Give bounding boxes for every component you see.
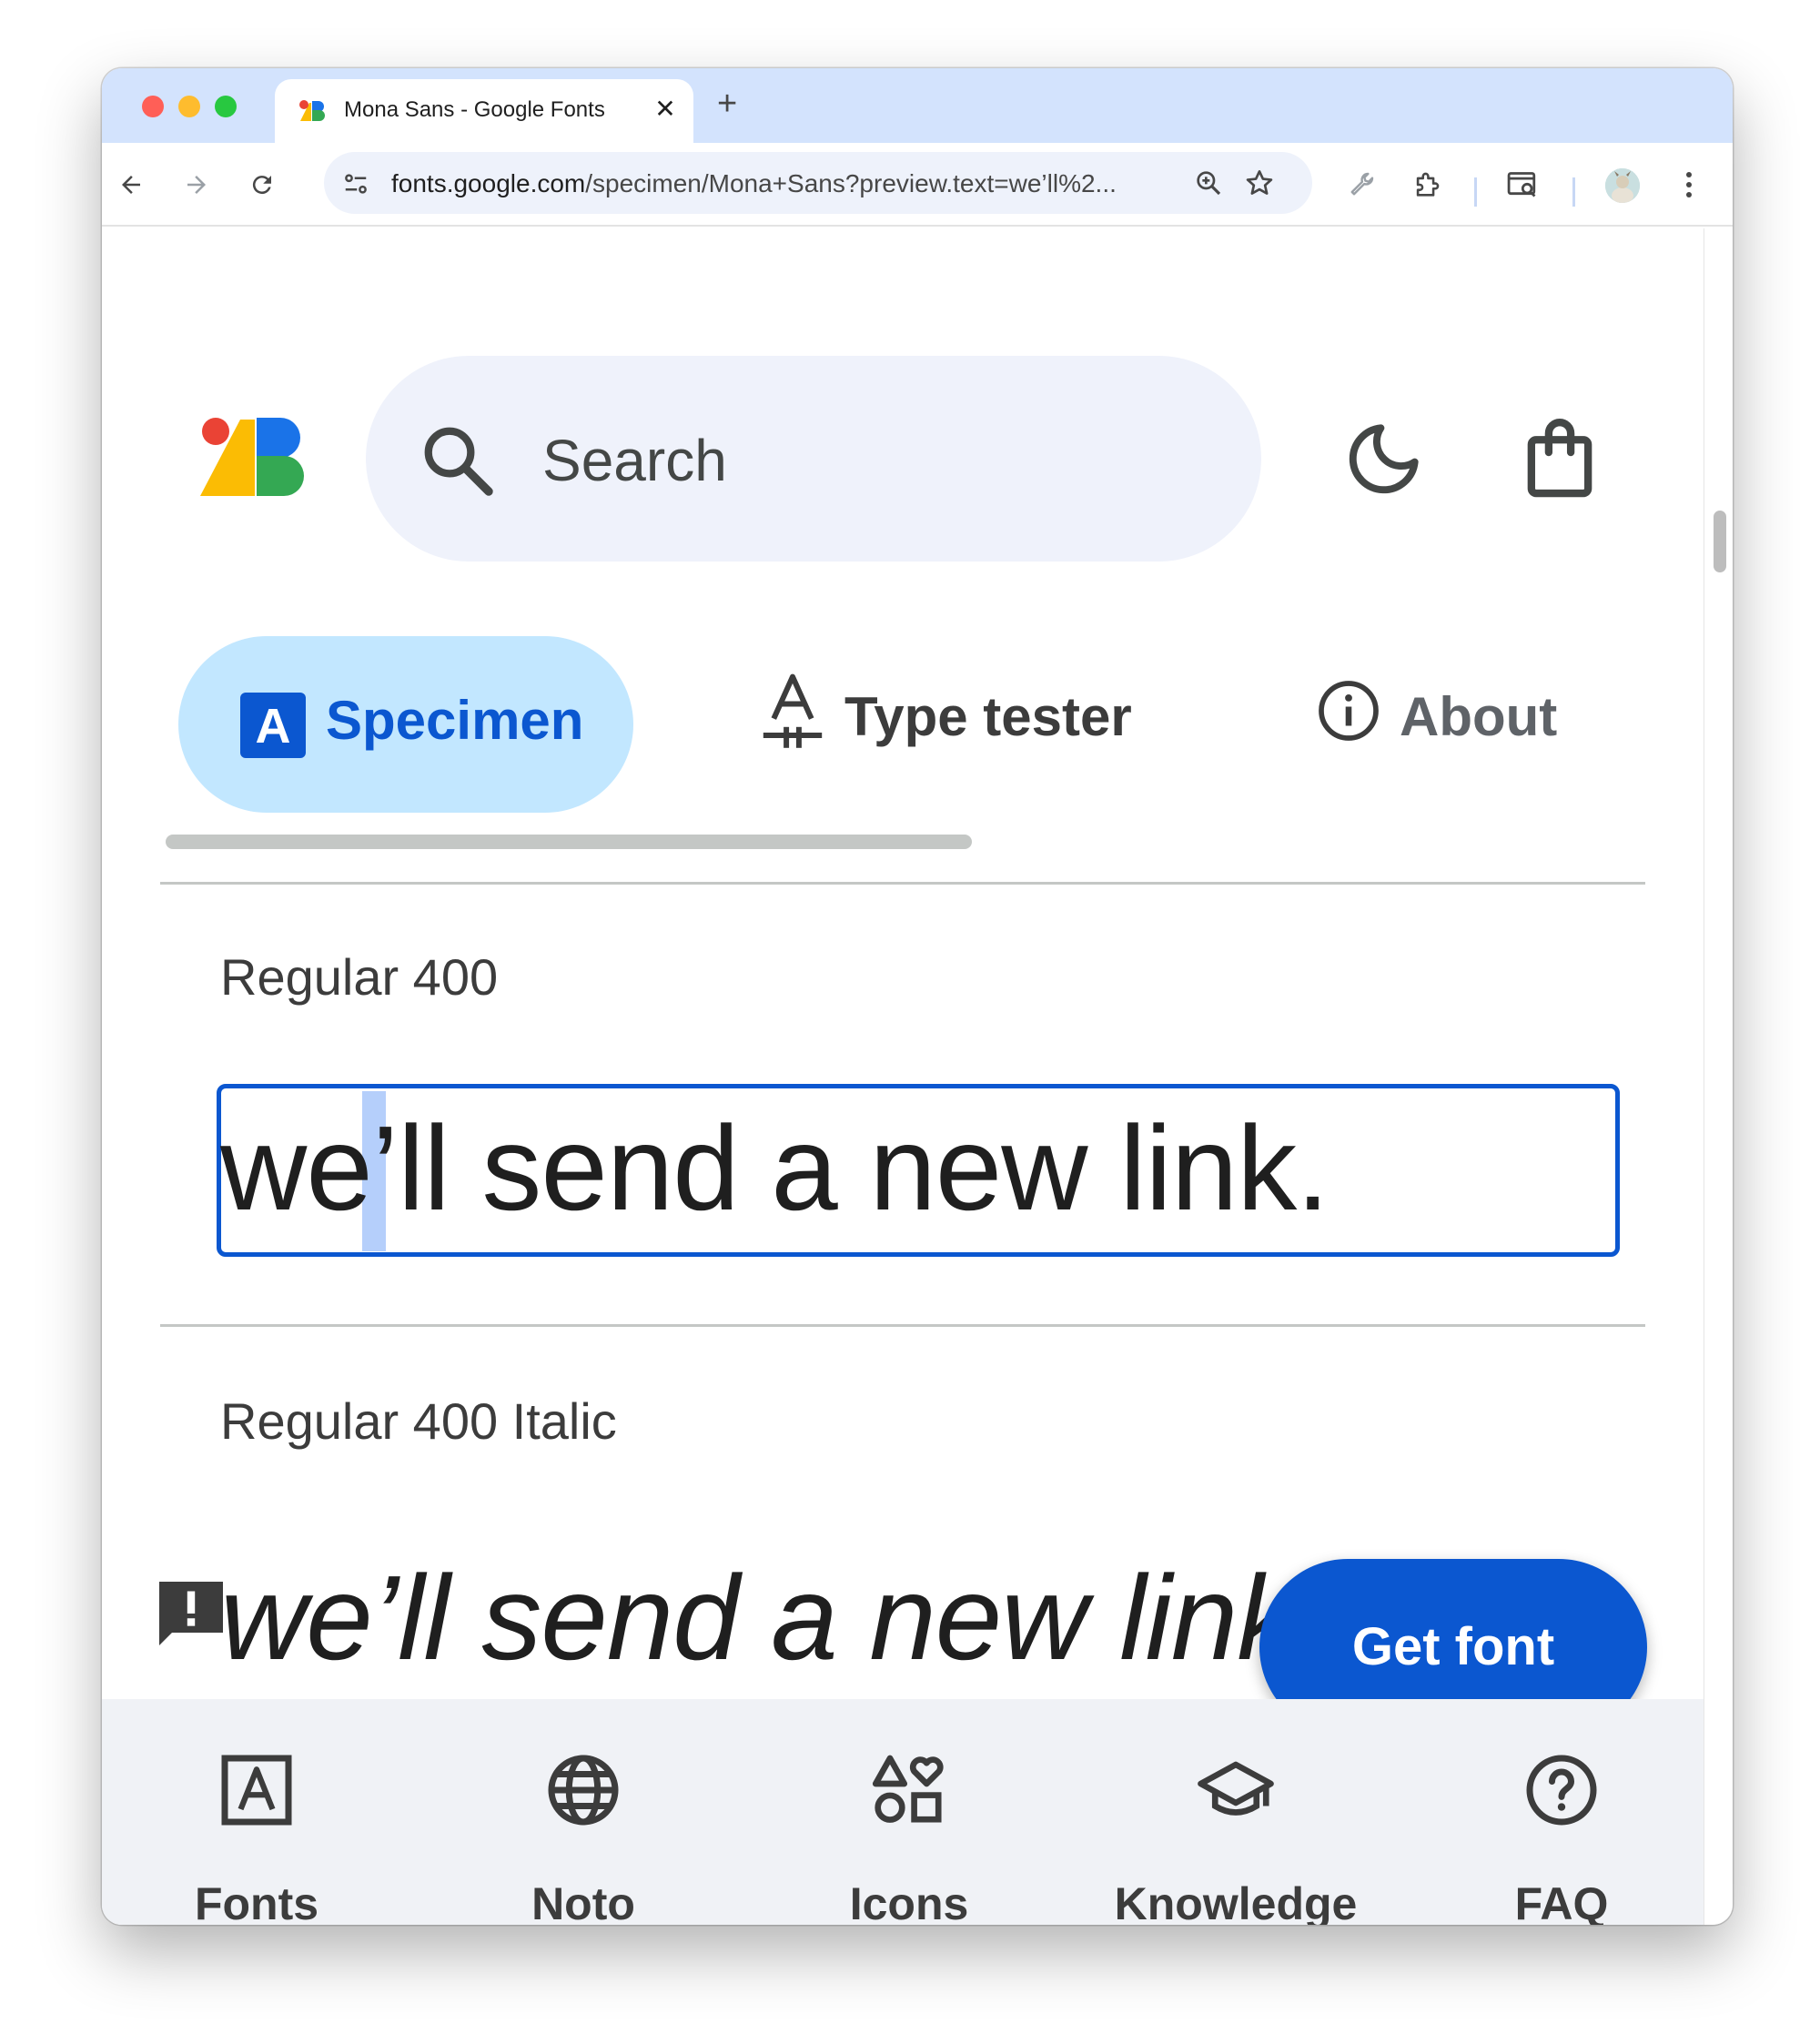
shopping-bag-icon[interactable]: [1522, 418, 1598, 500]
page-viewport: Search A Specimen Type tester About Regu…: [102, 228, 1704, 1925]
close-window-button[interactable]: [142, 96, 164, 117]
browser-window: Mona Sans - Google Fonts ✕ + fonts.googl…: [102, 68, 1733, 1925]
search-bar[interactable]: Search: [366, 356, 1261, 562]
nav-label: Icons: [849, 1878, 969, 1925]
bottom-navigation: Fonts Noto Icons Knowledge FAQ: [102, 1699, 1704, 1925]
google-fonts-favicon-icon: [299, 100, 325, 121]
help-icon: [1526, 1755, 1597, 1826]
toolbar-separator: [1572, 177, 1575, 207]
style-name: Regular 400: [220, 948, 499, 1006]
nav-label: Knowledge: [1114, 1878, 1358, 1925]
nav-label: Fonts: [194, 1878, 319, 1925]
search-input[interactable]: Search: [542, 427, 727, 494]
maximize-window-button[interactable]: [215, 96, 237, 117]
url-text[interactable]: fonts.google.com/specimen/Mona+Sans?prev…: [391, 169, 1117, 198]
nav-item-noto[interactable]: Noto: [456, 1699, 711, 1925]
fonts-icon: [221, 1755, 292, 1826]
divider: [160, 1324, 1645, 1327]
devtools-wrench-icon[interactable]: [1343, 167, 1380, 203]
dark-mode-moon-icon[interactable]: [1345, 420, 1423, 498]
preview-text-italic[interactable]: we’ll send a new link.: [220, 1550, 1330, 1686]
browser-toolbar: fonts.google.com/specimen/Mona+Sans?prev…: [102, 143, 1733, 227]
forward-arrow-icon[interactable]: [178, 167, 215, 203]
extensions-puzzle-icon[interactable]: [1409, 167, 1445, 203]
toolbar-separator: [1474, 177, 1477, 207]
style-name: Regular 400 Italic: [220, 1392, 617, 1450]
tab-search-icon[interactable]: [1505, 167, 1542, 203]
zoom-icon[interactable]: [1194, 168, 1223, 197]
new-tab-button[interactable]: +: [717, 85, 737, 124]
nav-item-icons[interactable]: Icons: [782, 1699, 1036, 1925]
nav-item-faq[interactable]: FAQ: [1434, 1699, 1689, 1925]
tab-strip: Mona Sans - Google Fonts ✕ +: [102, 68, 1733, 143]
preview-text[interactable]: we’ll send a new link.: [220, 1100, 1330, 1237]
nav-item-fonts[interactable]: Fonts: [129, 1699, 384, 1925]
shapes-icon: [872, 1755, 944, 1823]
minimize-window-button[interactable]: [178, 96, 200, 117]
globe-icon: [548, 1755, 619, 1826]
reload-icon[interactable]: [244, 167, 280, 203]
page-scrollbar[interactable]: [1704, 228, 1733, 1925]
tab-type-tester-label: Type tester: [844, 686, 1132, 747]
url-path: /specimen/Mona+Sans?preview.text=we’ll%2…: [585, 169, 1117, 197]
tab-specimen-label: Specimen: [326, 690, 584, 751]
profile-avatar[interactable]: [1605, 168, 1640, 203]
nav-item-knowledge[interactable]: Knowledge: [1108, 1699, 1363, 1925]
browser-tab[interactable]: Mona Sans - Google Fonts ✕: [275, 79, 693, 143]
tab-close-icon[interactable]: ✕: [650, 94, 681, 124]
google-fonts-logo[interactable]: [200, 418, 308, 501]
info-icon: [1319, 681, 1379, 741]
site-settings-icon[interactable]: [342, 170, 369, 197]
type-tester-icon: [763, 673, 823, 748]
specimen-icon: A: [240, 693, 306, 758]
url-host: fonts.google.com: [391, 169, 586, 197]
search-icon: [424, 427, 493, 496]
back-arrow-icon[interactable]: [113, 167, 149, 203]
bookmark-star-icon[interactable]: [1245, 168, 1274, 197]
feedback-icon[interactable]: [153, 1575, 229, 1652]
tab-specimen[interactable]: A Specimen: [178, 636, 633, 813]
divider: [160, 882, 1645, 885]
tab-title: Mona Sans - Google Fonts: [344, 97, 605, 122]
graduation-cap-icon: [1198, 1761, 1274, 1816]
tab-about-label: About: [1400, 686, 1558, 747]
browser-menu-icon[interactable]: [1671, 167, 1707, 203]
nav-label: FAQ: [1514, 1878, 1609, 1925]
tabs-scroll-indicator[interactable]: [166, 835, 972, 849]
address-bar[interactable]: fonts.google.com/specimen/Mona+Sans?prev…: [324, 152, 1312, 214]
nav-label: Noto: [531, 1878, 635, 1925]
scrollbar-thumb[interactable]: [1714, 511, 1726, 572]
